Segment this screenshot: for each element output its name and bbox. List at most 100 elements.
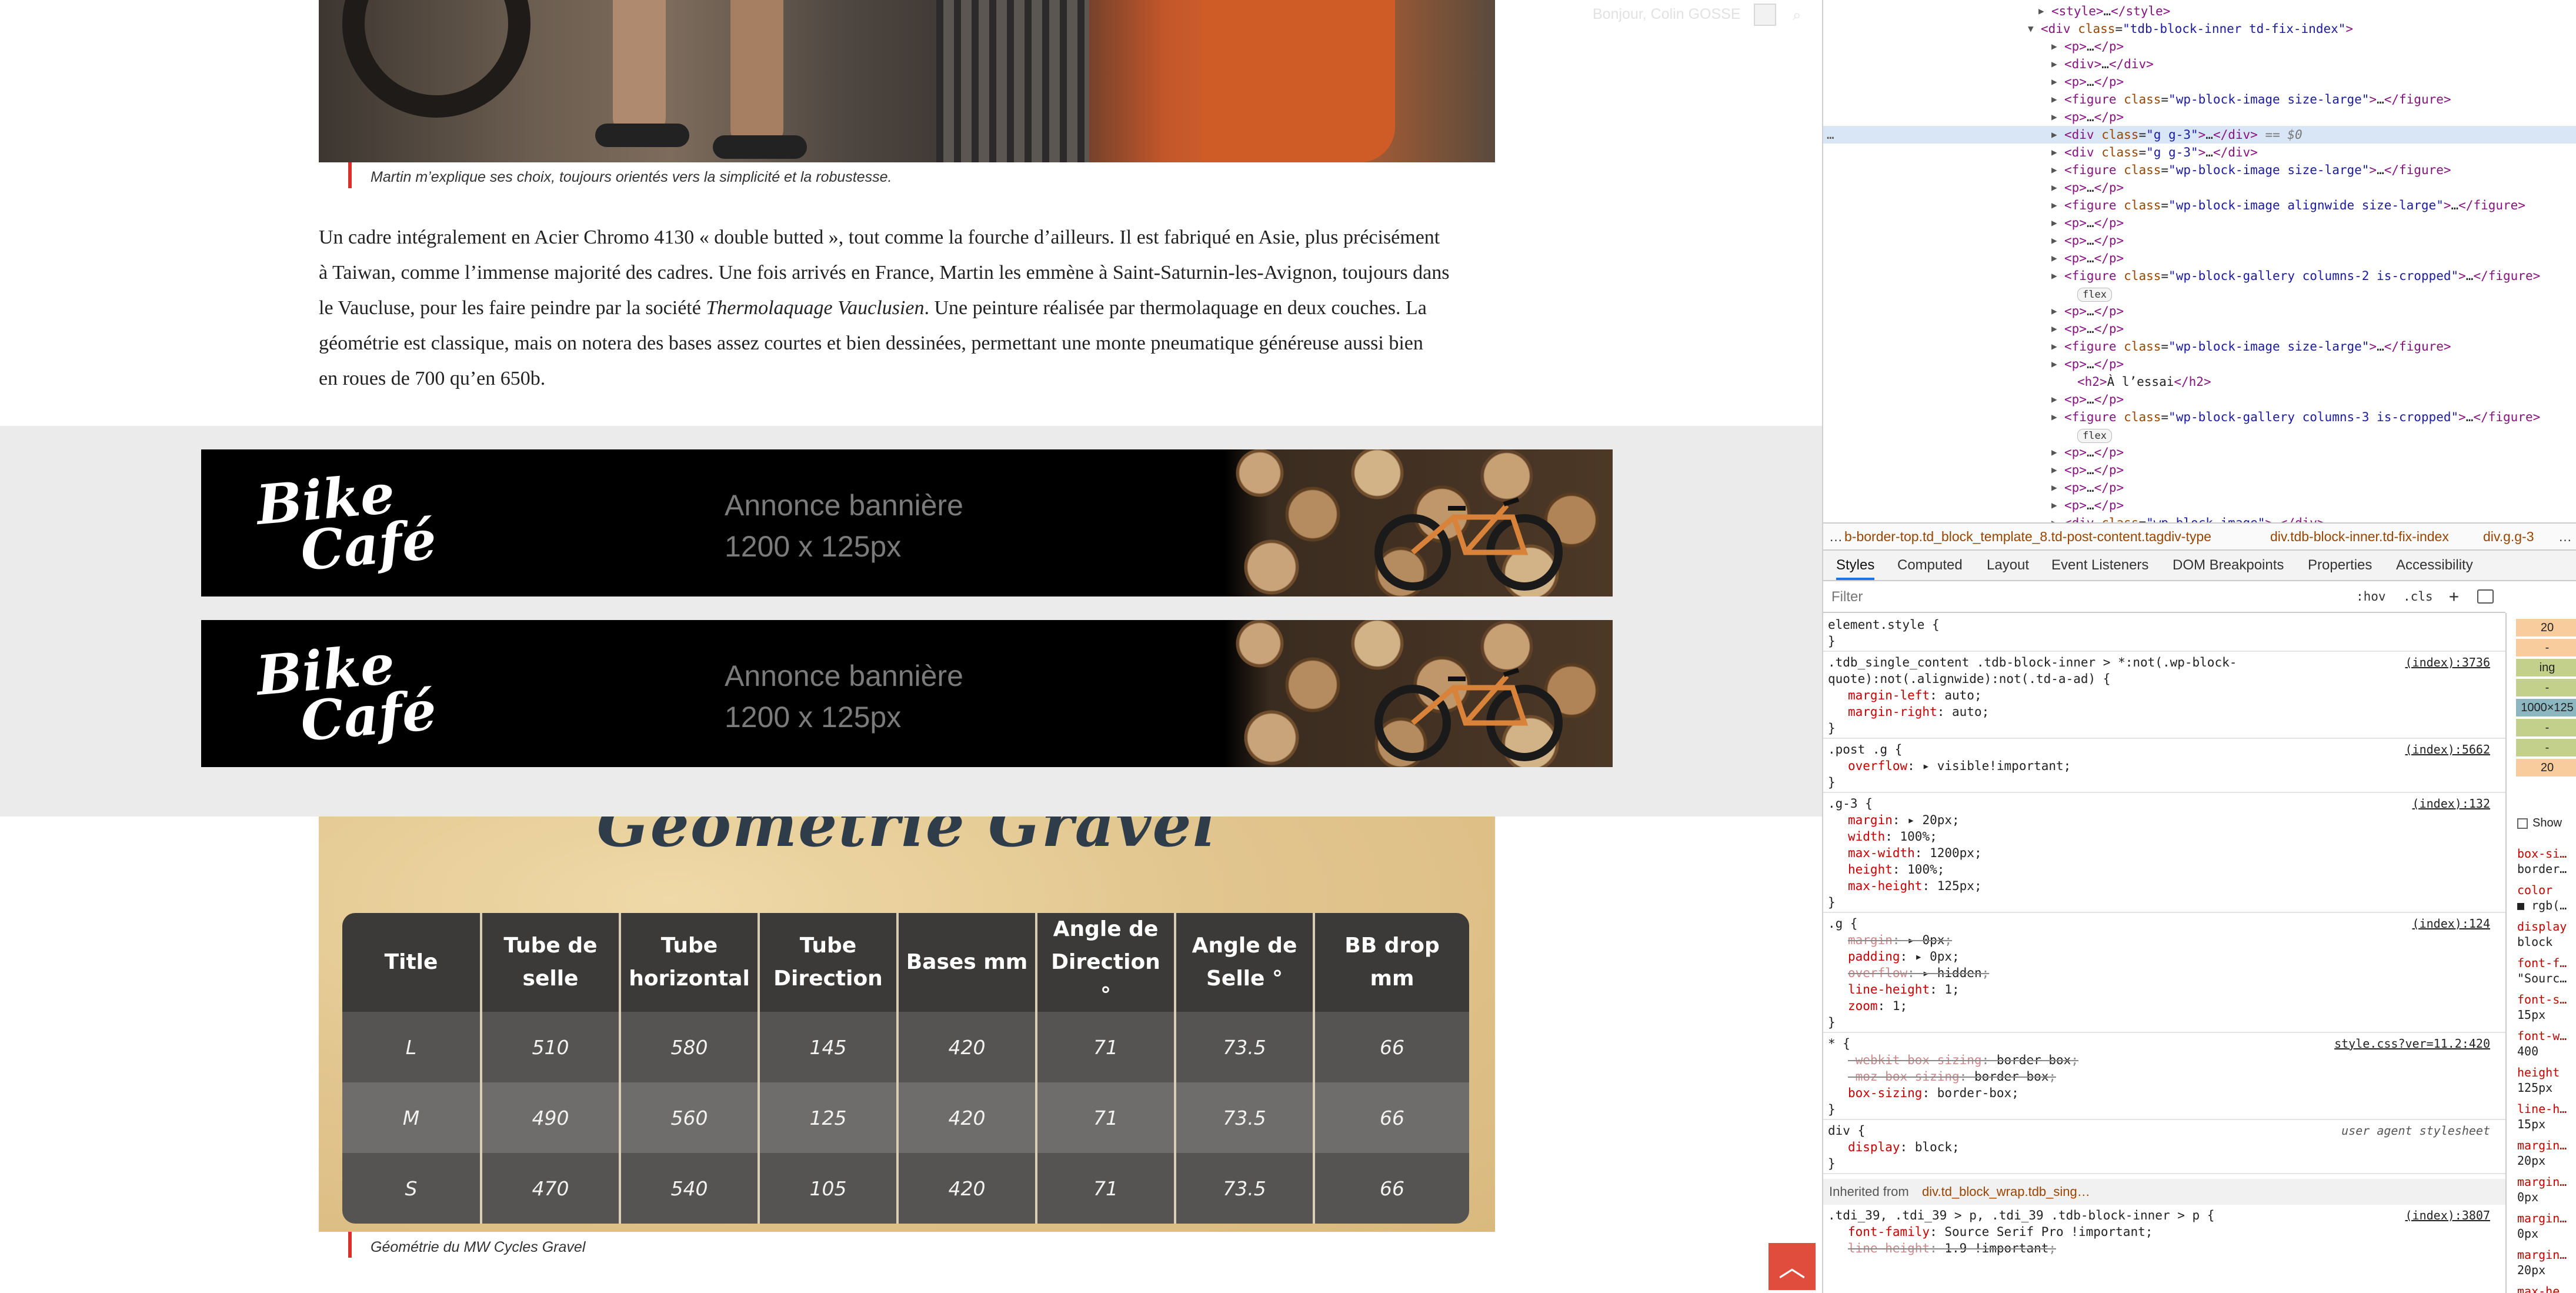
box-model-value[interactable]: ing (2516, 659, 2576, 677)
breadcrumb-more[interactable]: … (2558, 524, 2572, 549)
computed-property[interactable]: max-he… (2517, 1284, 2576, 1293)
css-selector[interactable]: .g-3 { (1828, 795, 1873, 812)
css-declaration[interactable]: margin-right: auto; (1848, 704, 1989, 720)
css-declaration[interactable]: max-width: 1200px; (1848, 845, 1982, 861)
css-source-link[interactable]: style.css?ver=11.2:420 (2334, 1035, 2490, 1052)
computed-property[interactable]: box-si… border… (2517, 846, 2576, 877)
css-declaration[interactable]: overflow: ▸ visible!important; (1848, 758, 2071, 774)
dom-node-selected[interactable]: ▶ <div class="g g-3">…</div> == $0… (1823, 126, 2576, 144)
box-model-value[interactable]: - (2516, 719, 2576, 737)
computed-property[interactable]: margin… 0px (2517, 1174, 2576, 1205)
expand-triangle-icon[interactable]: ▶ (2051, 267, 2057, 285)
sidebar-toggle-icon[interactable] (2477, 589, 2494, 604)
css-declaration[interactable]: box-sizing: border-box; (1848, 1085, 2019, 1101)
css-selector[interactable]: * { (1828, 1035, 1850, 1052)
css-source-link[interactable]: (index):3807 (2405, 1207, 2491, 1224)
css-selector[interactable]: .tdb_single_content .tdb-block-inner > *… (1828, 654, 2237, 671)
css-declaration[interactable]: padding: ▸ 0px; (1848, 948, 1960, 965)
css-brace[interactable]: } (1828, 1155, 1836, 1172)
css-source-link[interactable]: (index):5662 (2405, 741, 2491, 758)
box-model-value[interactable]: 20 (2516, 759, 2576, 777)
css-selector[interactable]: quote):not(.alignwide):not(.td-a-ad) { (1828, 671, 2110, 687)
dom-node[interactable]: flex (1823, 285, 2576, 302)
expand-triangle-icon[interactable]: ▶ (2051, 391, 2057, 408)
expand-triangle-icon[interactable]: ▶ (2051, 232, 2057, 249)
css-declaration[interactable]: max-height: 125px; (1848, 878, 1982, 894)
expand-triangle-icon[interactable]: ▶ (2051, 444, 2057, 461)
expand-triangle-icon[interactable]: ▶ (2051, 479, 2057, 496)
dom-node[interactable]: ▶ <p>…</p> (1823, 355, 2576, 373)
tab-event-listeners[interactable]: Event Listeners (2051, 551, 2148, 580)
expand-triangle-icon[interactable]: ▶ (2051, 355, 2057, 373)
css-brace[interactable]: } (1828, 1014, 1836, 1031)
box-model-value[interactable]: 20 (2516, 619, 2576, 636)
css-selector[interactable]: } (1828, 633, 1836, 649)
computed-property[interactable]: height 125px (2517, 1065, 2576, 1095)
expand-triangle-icon[interactable]: ▶ (2051, 161, 2057, 179)
expand-triangle-icon[interactable]: ▶ (2051, 73, 2057, 91)
dom-node[interactable]: ▶ <p>…</p> (1823, 496, 2576, 514)
expand-triangle-icon[interactable]: ▶ (2051, 55, 2057, 73)
css-declaration[interactable]: line-height: 1.9 !important; (1848, 1240, 2056, 1257)
breadcrumb-item-selected[interactable]: div.g.g-3 (2483, 524, 2534, 549)
expand-triangle-icon[interactable]: ▶ (2051, 108, 2057, 126)
css-brace[interactable]: } (1828, 1101, 1836, 1118)
collapse-triangle-icon[interactable]: ▼ (2028, 20, 2034, 38)
expand-triangle-icon[interactable]: ▶ (2051, 461, 2057, 479)
dom-node[interactable]: <h2>À l’essai</h2> (1823, 373, 2576, 391)
box-model-value[interactable]: - (2516, 739, 2576, 757)
expand-triangle-icon[interactable]: ▶ (2051, 38, 2057, 55)
avatar[interactable] (1754, 4, 1776, 26)
css-selector[interactable]: .g { (1828, 915, 1858, 932)
dom-node[interactable]: flex (1823, 426, 2576, 444)
dom-node[interactable]: ▶ <figure class="wp-block-image size-larg… (1823, 161, 2576, 179)
tab-computed[interactable]: Computed (1897, 551, 1963, 580)
elements-tree[interactable]: ▶ <style>…</style> ▼ <div class="tdb-block-… (1823, 0, 2576, 522)
search-icon[interactable]: ⌕ (1793, 6, 1809, 24)
expand-triangle-icon[interactable]: ▶ (2051, 408, 2057, 426)
dom-node[interactable]: ▶ <p>…</p> (1823, 479, 2576, 496)
expand-triangle-icon[interactable]: ▶ (2051, 179, 2057, 196)
dom-node[interactable]: ▶ <p>…</p> (1823, 108, 2576, 126)
show-all-toggle[interactable]: Show (2517, 815, 2576, 831)
css-declaration[interactable]: margin-left: auto; (1848, 687, 1982, 704)
css-declaration[interactable]: width: 100%; (1848, 828, 1937, 845)
css-declaration[interactable]: overflow: ▸ hidden; (1848, 965, 1989, 981)
css-declaration[interactable]: font-family: Source Serif Pro !important… (1848, 1224, 2153, 1240)
dom-node[interactable]: ▶ <p>…</p> (1823, 232, 2576, 249)
breadcrumb-ellipsis[interactable]: … (1829, 524, 1843, 549)
dom-node[interactable]: ▶ <div>…</div> (1823, 55, 2576, 73)
dom-node[interactable]: ▶ <p>…</p> (1823, 320, 2576, 338)
expand-triangle-icon[interactable]: ▶ (2051, 302, 2057, 320)
css-selector[interactable]: .tdi_39, .tdi_39 > p, .tdi_39 .tdb-block… (1828, 1207, 2214, 1224)
dom-node[interactable]: ▶ <div class="wp-block-image">…</div> (1823, 514, 2576, 522)
dom-node[interactable]: ▶ <p>…</p> (1823, 214, 2576, 232)
css-declaration[interactable]: margin: ▸ 20px; (1848, 812, 1960, 828)
css-selector[interactable]: element.style { (1828, 616, 1940, 633)
ad-banner[interactable]: Bike Café Annonce bannière 1200 x 125px (201, 620, 1613, 767)
ad-banner[interactable]: Bike Café Annonce bannière 1200 x 125px (201, 449, 1613, 596)
breadcrumb-item[interactable]: b-border-top.td_block_template_8.td-post… (1844, 524, 2211, 549)
computed-property[interactable]: font-f… "Sourc… (2517, 955, 2576, 986)
computed-property[interactable]: margin… 20px (2517, 1138, 2576, 1168)
dom-node[interactable]: ▶ <p>…</p> (1823, 302, 2576, 320)
expand-triangle-icon[interactable]: ▶ (2051, 249, 2057, 267)
tab-dom-breakpoints[interactable]: DOM Breakpoints (2173, 551, 2284, 580)
expand-triangle-icon[interactable]: ▶ (2051, 514, 2057, 522)
dom-node[interactable]: ▶ <style>…</style> (1823, 2, 2576, 20)
box-model-value[interactable]: - (2516, 639, 2576, 657)
expand-triangle-icon[interactable]: ▶ (2051, 196, 2057, 214)
dom-node[interactable]: ▶ <div class="g g-3">…</div> (1823, 144, 2576, 161)
css-source-link[interactable]: (index):124 (2413, 915, 2490, 932)
computed-property[interactable]: font-w… 400 (2517, 1028, 2576, 1059)
dom-node[interactable]: ▶ <p>…</p> (1823, 391, 2576, 408)
tab-properties[interactable]: Properties (2308, 551, 2372, 580)
dom-node[interactable]: ▼ <div class="tdb-block-inner td-fix-inde… (1823, 20, 2576, 38)
breadcrumb-item[interactable]: div.tdb-block-inner.td-fix-index (2270, 524, 2449, 549)
dom-node[interactable]: ▶ <p>…</p> (1823, 179, 2576, 196)
show-all-checkbox[interactable] (2517, 818, 2528, 829)
css-declaration[interactable]: line-height: 1; (1848, 981, 1960, 998)
css-declaration[interactable]: display: block; (1848, 1139, 1960, 1155)
new-rule-button[interactable]: + (2449, 581, 2459, 612)
css-declaration[interactable]: height: 100%; (1848, 861, 1944, 878)
